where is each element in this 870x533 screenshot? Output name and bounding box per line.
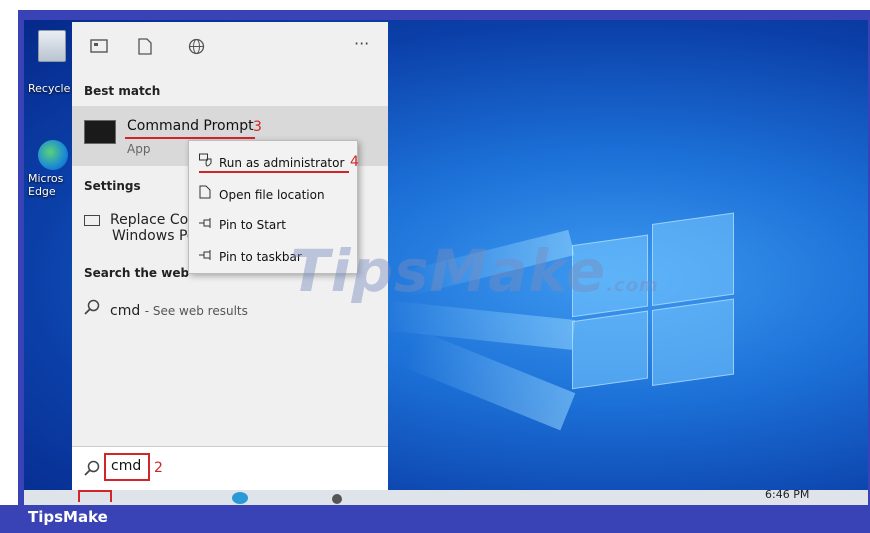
annotation-underline [125, 137, 255, 139]
taskbar-app-icon[interactable] [332, 494, 342, 504]
command-prompt-icon [84, 120, 116, 144]
context-item-open-file-location[interactable]: Open file location [199, 185, 325, 202]
apps-icon[interactable] [90, 38, 108, 58]
shield-run-icon [199, 153, 219, 170]
pin-icon [199, 249, 219, 264]
file-location-icon [199, 185, 219, 202]
web-icon[interactable] [188, 38, 205, 59]
taskbar-clock[interactable]: 6:46 PM [765, 488, 809, 501]
desktop-icon-label: Micros Edge [28, 172, 64, 198]
search-icon [84, 299, 100, 319]
desktop-icon-edge[interactable]: Micros Edge [28, 140, 78, 198]
pin-icon [199, 217, 219, 232]
search-box[interactable]: cmd 2 [72, 446, 388, 491]
settings-item-line1: Replace Cor [110, 212, 194, 228]
desktop-icon-label: Recycle [28, 82, 71, 95]
best-match-title: Command Prompt [127, 118, 254, 134]
recycle-bin-icon [38, 30, 66, 62]
document-icon[interactable] [138, 38, 152, 59]
watermark: TipsMake.com [290, 237, 659, 305]
context-item-label: Run as administrator [219, 156, 345, 170]
context-item-run-as-admin[interactable]: Run as administrator [199, 153, 344, 170]
watermark-text: TipsMake [290, 237, 607, 305]
context-item-label: Open file location [219, 188, 325, 202]
watermark-suffix: .com [606, 275, 659, 296]
context-item-label: Pin to Start [219, 218, 286, 232]
edge-icon [38, 140, 68, 170]
footer-bar [0, 505, 870, 533]
step-number-2: 2 [154, 460, 163, 476]
context-item-pin-to-start[interactable]: Pin to Start [199, 217, 286, 232]
taskbar [24, 490, 868, 506]
settings-header: Settings [84, 179, 141, 193]
step-number-3: 3 [253, 119, 262, 135]
start-menu-top-icons: ··· [72, 22, 388, 74]
desktop-icon-recycle-bin[interactable]: Recycle [28, 30, 78, 95]
taskbar-app-icon[interactable] [232, 492, 248, 504]
settings-item[interactable]: Replace Cor Windows Po [84, 212, 195, 244]
web-result-query: cmd [110, 303, 141, 319]
annotation-box [78, 490, 112, 502]
search-input[interactable]: cmd [111, 458, 141, 474]
search-icon [84, 460, 100, 480]
best-match-header: Best match [84, 84, 161, 98]
annotation-underline [199, 171, 349, 173]
context-item-pin-to-taskbar[interactable]: Pin to taskbar [199, 249, 302, 264]
web-result-suffix: - See web results [144, 304, 248, 318]
monitor-icon [84, 214, 100, 226]
web-result[interactable]: cmd - See web results [84, 299, 248, 319]
more-icon[interactable]: ··· [354, 34, 369, 53]
step-number-4: 4 [350, 154, 359, 170]
search-web-header: Search the web [84, 266, 190, 280]
best-match-subtitle: App [127, 142, 151, 156]
footer-brand: TipsMake [28, 508, 108, 526]
settings-item-line2: Windows Po [112, 228, 196, 244]
